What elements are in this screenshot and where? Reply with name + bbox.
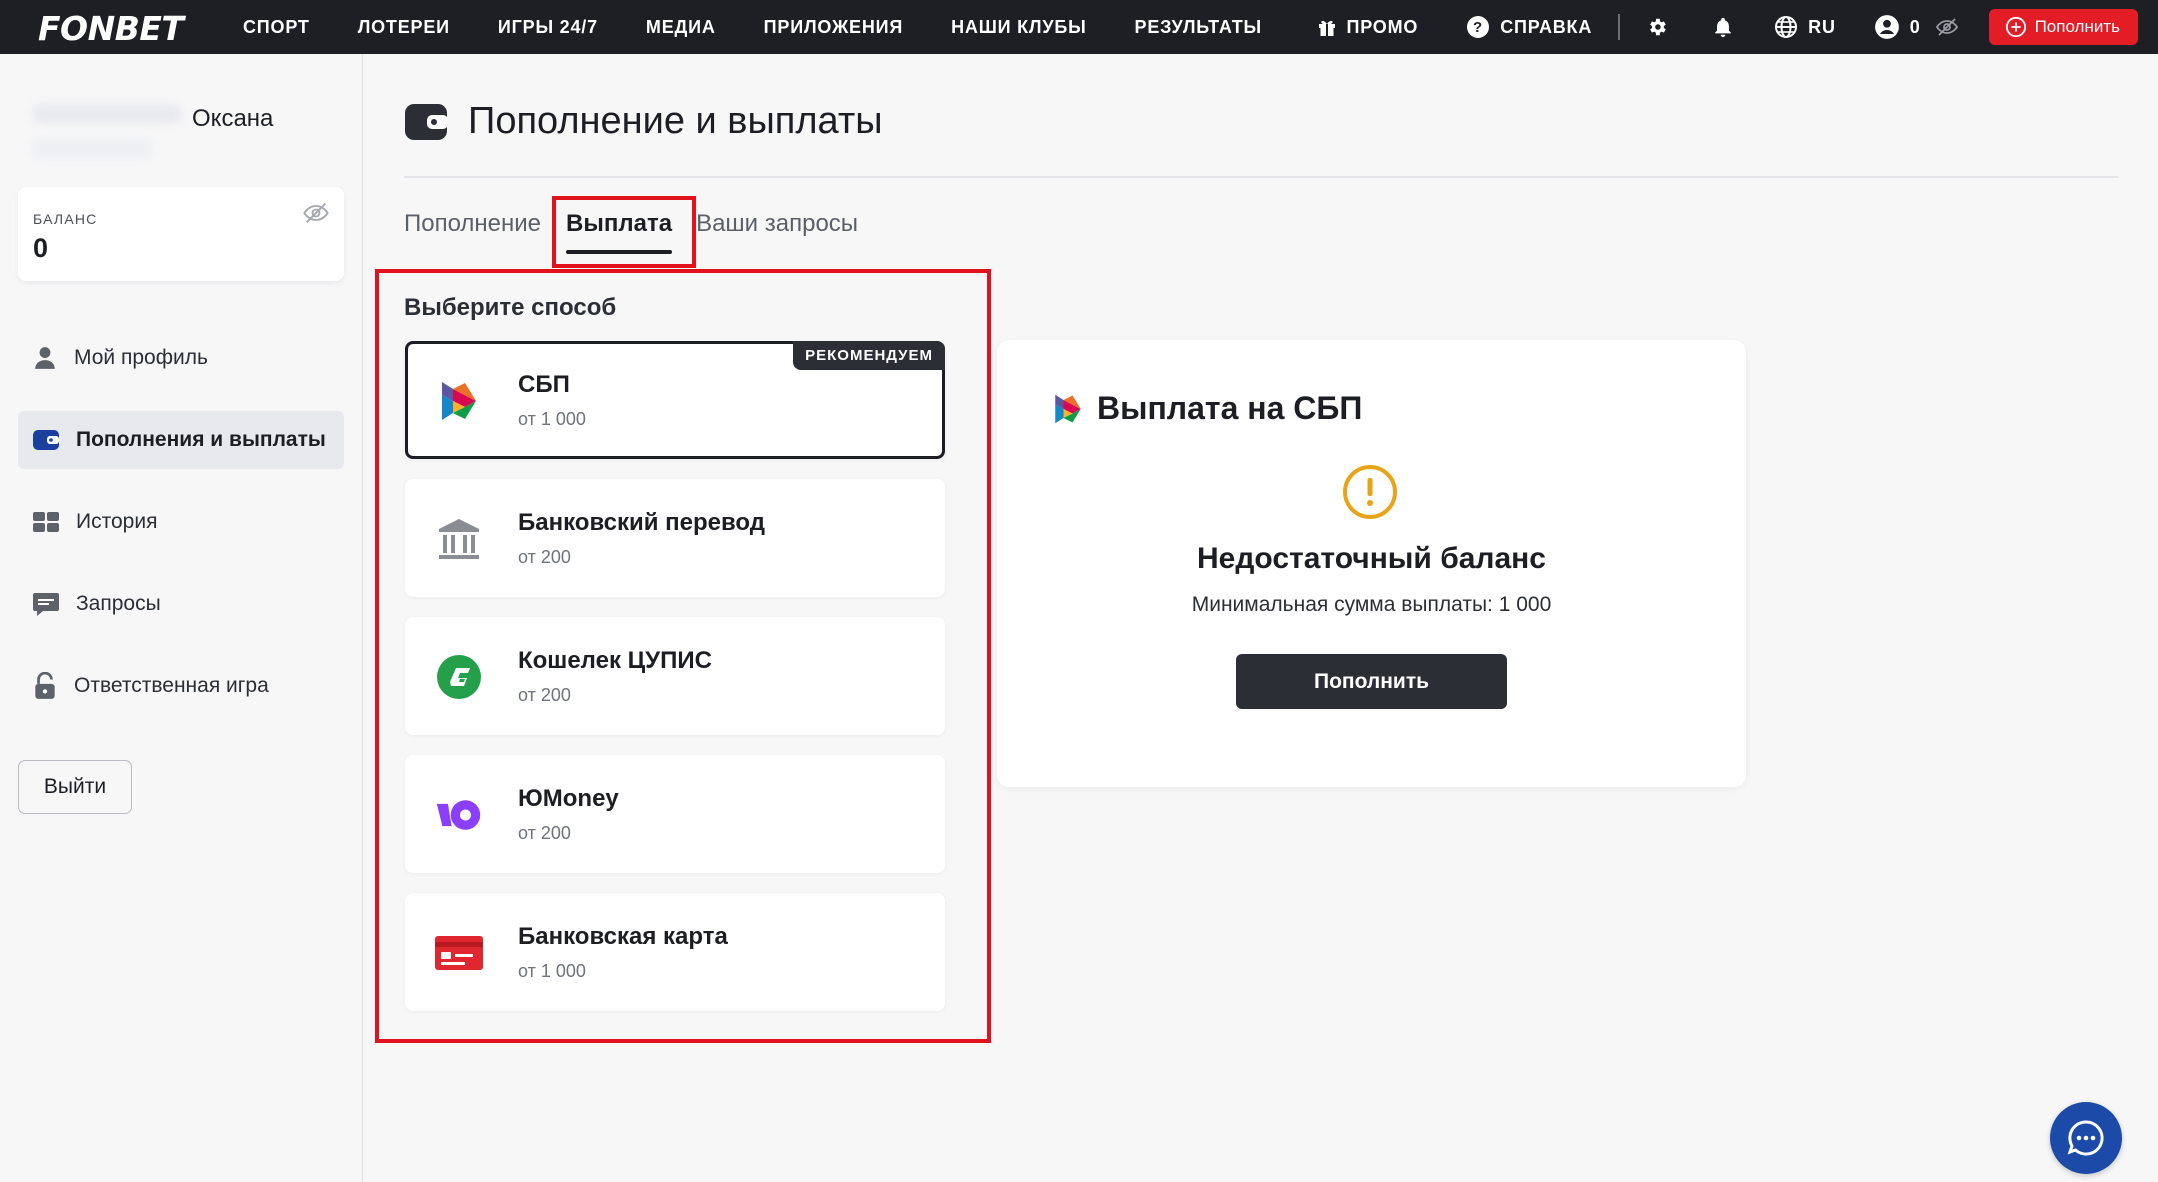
balance-value: 0 [33,233,49,263]
language-label: RU [1808,16,1836,37]
user-name: Оксана [192,105,274,132]
tab-requests[interactable]: Ваши запросы [696,210,858,260]
insufficient-balance-title: Недостаточный баланс [1197,542,1546,575]
nav-link-games[interactable]: ИГРЫ 24/7 [498,17,598,38]
sidebar-item-history[interactable]: История [18,493,344,551]
chat-bubble-icon [33,593,59,616]
hide-balance-icon[interactable] [1935,15,1959,39]
payout-card-header: Выплата на СБП [1053,390,1362,427]
sidebar-item-label: Ответственная игра [74,674,269,697]
warning-icon [1343,465,1397,519]
fonbet-logo[interactable]: FONBET [38,9,184,48]
account-icon [1874,15,1899,39]
wallet-icon [33,430,59,450]
gift-icon [1318,20,1335,36]
bell-icon[interactable] [1712,16,1734,38]
balance-card: БАЛАНС 0 [18,187,344,281]
tab-deposit[interactable]: Пополнение [404,210,541,260]
header-divider [404,176,2118,178]
user-icon [35,347,55,369]
account-menu[interactable]: 0 [1874,14,1921,40]
payout-title: Выплата на СБП [1097,390,1363,426]
sidebar-menu: Мой профиль Пополнения и выплаты История… [18,329,344,739]
nav-link-apps[interactable]: ПРИЛОЖЕНИЯ [764,17,903,38]
user-name-redacted-2 [32,140,152,158]
nav-link-clubs[interactable]: НАШИ КЛУБЫ [951,17,1086,38]
balance-label: БАЛАНС [33,211,98,227]
history-icon [33,512,59,532]
sidebar-item-label: Пополнения и выплаты [76,428,326,451]
gear-icon[interactable] [1646,16,1668,38]
svg-text:?: ? [1473,19,1483,36]
support-chat-button[interactable] [2050,1102,2122,1174]
sidebar-item-payments[interactable]: Пополнения и выплаты [18,411,344,469]
topup-button[interactable]: Пополнить [1988,9,2138,45]
promo-label: ПРОМО [1346,16,1419,37]
payout-card: Выплата на СБП Недостаточный баланс Мини… [997,340,1746,787]
nav-link-results[interactable]: РЕЗУЛЬТАТЫ [1135,17,1262,38]
help-link[interactable]: ? СПРАВКА [1466,15,1592,39]
language-switcher[interactable]: RU [1774,15,1836,39]
topup-card-button[interactable]: Пополнить [1236,654,1507,709]
sidebar-item-profile[interactable]: Мой профиль [18,329,344,387]
min-payout-text: Минимальная сумма выплаты: 1 000 [1191,593,1552,616]
lock-icon [35,672,55,699]
nav-right: ПРОМО ? СПРАВКА RU 0 Пополнить [1317,0,2138,54]
promo-link[interactable]: ПРОМО [1317,17,1419,38]
nav-link-lotteries[interactable]: ЛОТЕРЕИ [358,17,450,38]
sbp-icon [1055,394,1081,423]
account-balance: 0 [1909,16,1921,37]
chat-icon [2067,1120,2104,1156]
main-nav: СПОРТ ЛОТЕРЕИ ИГРЫ 24/7 МЕДИА ПРИЛОЖЕНИЯ… [243,0,1310,54]
wallet-icon [405,103,448,140]
help-label: СПРАВКА [1500,16,1593,37]
nav-link-sport[interactable]: СПОРТ [243,17,310,38]
tab-highlight-box [552,196,696,268]
page-title: Пополнение и выплаты [468,100,883,142]
top-navbar: FONBET СПОРТ ЛОТЕРЕИ ИГРЫ 24/7 МЕДИА ПРИ… [0,0,2158,54]
sidebar-item-requests[interactable]: Запросы [18,575,344,633]
methods-highlight-box [375,269,991,1043]
sidebar-item-label: История [76,510,158,533]
user-name-redacted [32,104,182,124]
topup-label: Пополнить [2034,17,2120,36]
sidebar-item-label: Запросы [76,592,161,615]
help-icon: ? [1467,16,1490,38]
hide-balance-icon[interactable] [302,199,330,227]
sidebar-item-responsible-gaming[interactable]: Ответственная игра [18,657,344,715]
plus-circle-icon [2005,16,2026,38]
page-header: Пополнение и выплаты [404,100,883,143]
globe-icon [1775,16,1798,38]
nav-divider [1618,14,1621,40]
sidebar-item-label: Мой профиль [74,346,208,369]
logout-button[interactable]: Выйти [18,760,132,814]
nav-link-media[interactable]: МЕДИА [646,17,716,38]
